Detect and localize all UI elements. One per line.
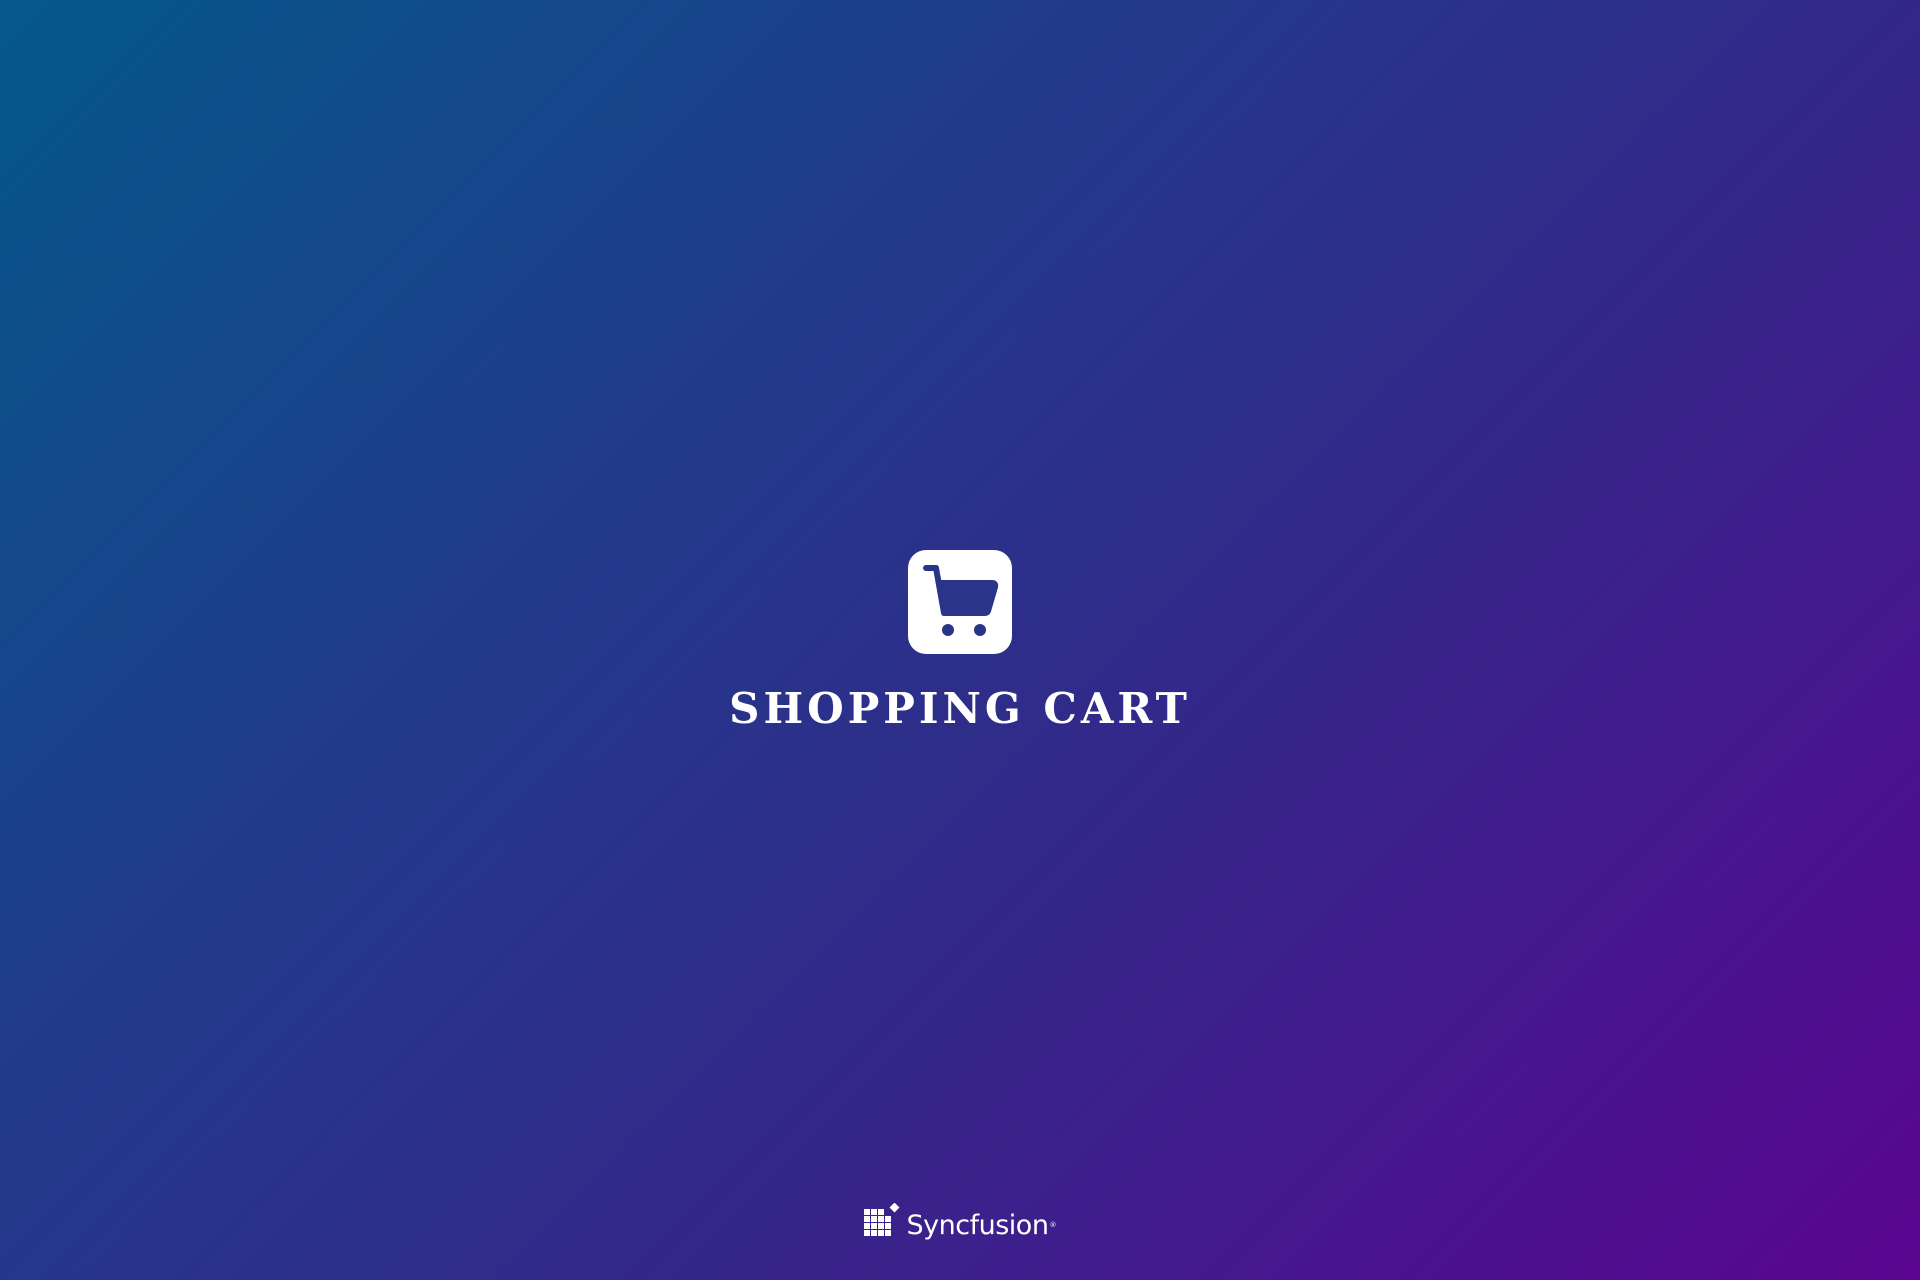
syncfusion-logo-mark: [863, 1203, 899, 1236]
app-icon-tile: [908, 550, 1012, 654]
brand-logo: Syncfusion ®: [863, 1203, 1057, 1241]
app-title: SHOPPING CART: [729, 684, 1191, 733]
brand-name: Syncfusion: [906, 1210, 1049, 1241]
splash-screen: SHOPPING CART: [0, 550, 1920, 730]
footer-logo: Syncfusion ®: [0, 1203, 1920, 1239]
shopping-cart-icon: [923, 565, 999, 636]
registered-mark: ®: [1049, 1221, 1057, 1229]
